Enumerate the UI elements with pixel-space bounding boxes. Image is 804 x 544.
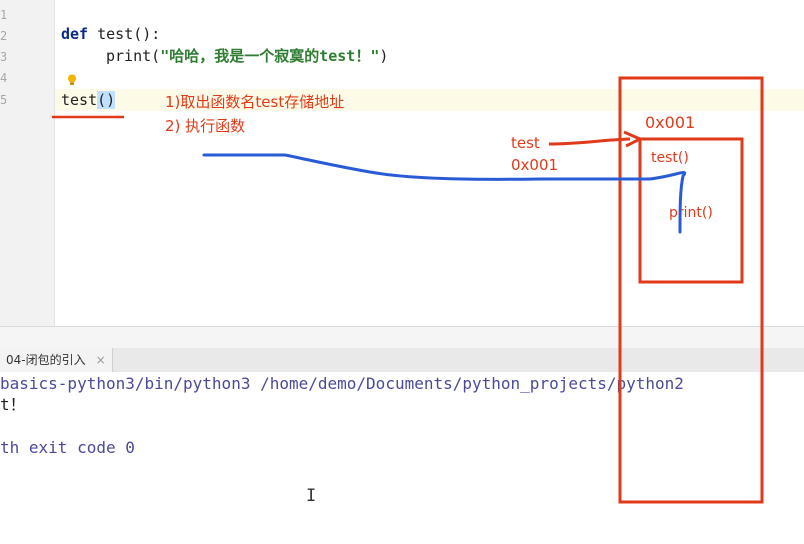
panel-splitter[interactable] <box>0 326 804 349</box>
line-number: 1 <box>0 8 8 22</box>
console-command-line: basics-python3/bin/python3 /home/demo/Do… <box>0 374 684 393</box>
console-exit-line: th exit code 0 <box>0 438 135 457</box>
annotation-step1: 1)取出函数名test存储地址 <box>165 93 345 111</box>
run-console[interactable]: basics-python3/bin/python3 /home/demo/Do… <box>0 372 804 544</box>
line-number: 2 <box>0 29 8 43</box>
line-number-gutter: 1 2 3 4 5 <box>0 0 55 326</box>
annotation-step2: 2) 执行函数 <box>165 117 246 135</box>
code-editor[interactable]: 1 2 3 4 5 def test(): print("哈哈，我是一个寂寞的t… <box>0 0 804 326</box>
def-keyword: def <box>61 25 89 43</box>
run-tab[interactable]: 04-闭包的引入 × <box>0 348 113 372</box>
annotation-box-addr: 0x001 <box>645 113 696 132</box>
annotation-var-name: test <box>511 134 540 152</box>
line-number: 4 <box>0 71 8 85</box>
function-signature: test(): <box>88 25 161 43</box>
code-line-print[interactable]: print("哈哈，我是一个寂寞的test！") <box>106 46 388 66</box>
code-line-call[interactable]: test() <box>61 90 116 110</box>
run-panel-tabbar: 04-闭包的引入 × <box>0 348 804 373</box>
print-call: print( <box>106 47 161 65</box>
annotation-var-addr: 0x001 <box>511 156 559 174</box>
annotation-box-func: test() <box>651 150 689 166</box>
text-cursor-icon: I <box>306 486 317 506</box>
run-tab-label: 04-闭包的引入 <box>6 353 86 367</box>
current-line-highlight <box>0 89 804 111</box>
annotation-box-print: print() <box>669 205 713 221</box>
console-output-line: t！ <box>0 395 26 414</box>
print-close: ) <box>379 47 389 65</box>
close-icon[interactable]: × <box>96 353 106 367</box>
line-number: 5 <box>0 93 8 107</box>
code-line-def[interactable]: def test(): <box>61 24 160 44</box>
lightbulb-icon[interactable] <box>67 74 77 86</box>
call-parens: () <box>97 91 116 109</box>
call-name: test <box>61 91 98 109</box>
string-literal: "哈哈，我是一个寂寞的test！" <box>160 47 380 65</box>
line-number: 3 <box>0 50 8 64</box>
